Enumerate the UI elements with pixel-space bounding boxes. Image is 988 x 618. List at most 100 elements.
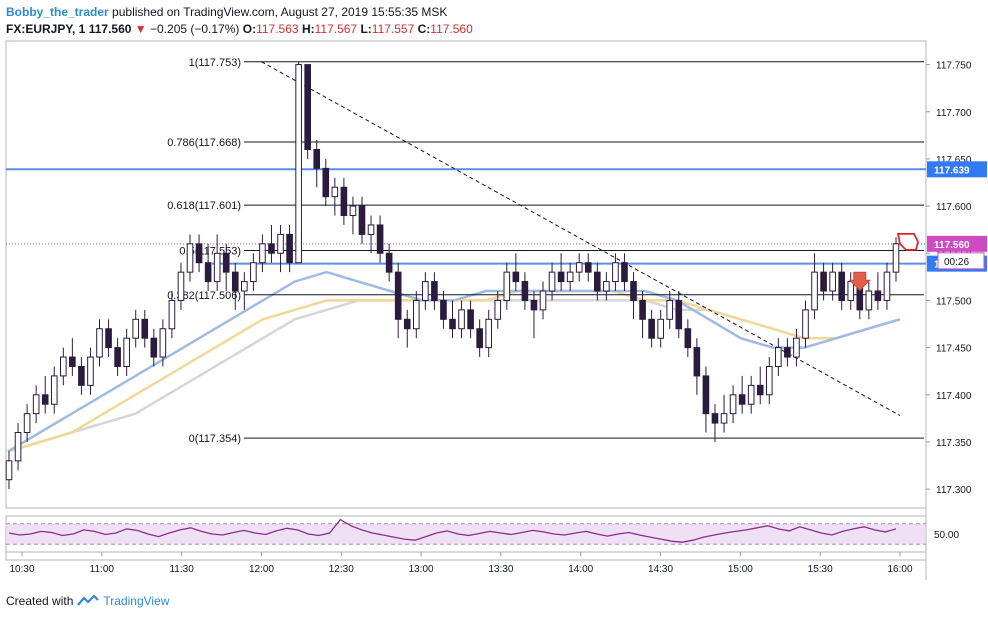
- candle-down-body: [304, 64, 311, 150]
- x-tick-label: 11:30: [169, 564, 194, 575]
- candle-up-body: [422, 281, 429, 301]
- fib-level-label: 0(117.354): [189, 433, 241, 445]
- candle-up-body: [458, 309, 465, 330]
- x-tick-label: 16:00: [887, 564, 912, 575]
- candle-down-body: [286, 233, 293, 264]
- candle-down-body: [512, 271, 520, 283]
- tradingview-logo-icon: [77, 595, 100, 606]
- candle-up-body: [250, 262, 257, 283]
- y-tick-label: 117.500: [936, 296, 972, 307]
- candle-up-body: [775, 347, 782, 367]
- footer: Created with TradingView: [6, 594, 169, 608]
- candle-down-body: [467, 309, 474, 330]
- candle-down-body: [358, 205, 366, 235]
- candle-down-body: [639, 299, 646, 320]
- candle-up-body: [720, 413, 728, 424]
- candle-down-body: [69, 356, 76, 367]
- candle-down-body: [431, 281, 438, 301]
- candle: [304, 64, 311, 159]
- candle-up-body: [494, 299, 502, 320]
- candle-up-body: [765, 365, 773, 396]
- candle-down-body: [394, 271, 402, 320]
- candle-down-body: [78, 365, 85, 386]
- candle-up-body: [412, 299, 420, 330]
- candle-up-body: [892, 243, 900, 273]
- candle-up-body: [485, 318, 493, 349]
- candle-down-body: [738, 394, 746, 405]
- candle-up-body: [132, 318, 140, 339]
- time-axis-pane: [5, 551, 927, 561]
- candle-down-body: [684, 328, 692, 349]
- candle-up-body: [503, 271, 511, 301]
- rsi-band: [7, 523, 925, 545]
- candle-up-body: [259, 243, 266, 264]
- candle-down-body: [584, 262, 592, 273]
- candle-down-body: [403, 318, 411, 330]
- candle-up-body: [349, 205, 357, 217]
- candle-up-body: [277, 233, 284, 254]
- candle-down-body: [476, 328, 483, 349]
- candle-down-body: [313, 148, 321, 169]
- price-chart[interactable]: 117.300 117.350 117.400 117.450 117.500 117.5…: [0, 0, 988, 618]
- candle-up-body: [548, 271, 556, 292]
- candle-up-body: [168, 299, 176, 330]
- y-tick-label: 117.350: [936, 438, 972, 449]
- candle-down-body: [874, 290, 882, 301]
- candle-down-body: [711, 413, 719, 424]
- candle-up-body: [666, 299, 674, 320]
- candle-down-body: [268, 243, 275, 254]
- candle-up-body: [186, 243, 194, 273]
- countdown-label: 00:26: [944, 257, 969, 268]
- candle-down-body: [440, 299, 447, 320]
- candle-up-body: [865, 290, 873, 311]
- candle-down-body: [195, 243, 203, 264]
- fib-level-label: 1(117.753): [189, 57, 241, 69]
- y-tick-label: 117.600: [936, 202, 972, 213]
- candle-down-body: [449, 318, 456, 330]
- fib-level-label: 0.786(117.668): [167, 137, 241, 149]
- candle-up-body: [566, 271, 574, 283]
- candle-up-body: [802, 309, 809, 339]
- x-tick-label: 12:00: [249, 564, 274, 575]
- candle-up-body: [87, 356, 94, 386]
- candle-down-body: [675, 299, 683, 330]
- candle-up-body: [657, 318, 664, 339]
- candle-up-body: [612, 262, 619, 283]
- tradingview-brand[interactable]: TradingView: [103, 594, 169, 608]
- candle-down-body: [385, 252, 393, 273]
- created-with-text: Created with: [6, 594, 74, 608]
- candle-up-body: [811, 271, 818, 311]
- candle-up-body: [50, 375, 58, 405]
- fib-level-label: 0.618(117.601): [167, 200, 241, 212]
- candle-up-body: [793, 337, 800, 358]
- candle-up-body: [123, 337, 130, 367]
- candle-down-body: [630, 281, 637, 301]
- candle-up-body: [729, 394, 737, 415]
- x-tick-label: 15:00: [728, 564, 753, 575]
- candle-up-body: [295, 64, 302, 264]
- x-tick-label: 12:30: [329, 564, 354, 575]
- candle-down-body: [222, 252, 230, 273]
- candle-down-body: [621, 262, 628, 283]
- candle-up-body: [883, 271, 891, 301]
- candle-down-body: [340, 186, 348, 217]
- candle-down-body: [105, 328, 112, 349]
- candle-down-body: [648, 318, 655, 339]
- y-tick-label: 117.450: [936, 344, 972, 355]
- x-tick-label: 14:30: [648, 564, 673, 575]
- y-tick-label: 117.750: [936, 61, 972, 72]
- candle-up-body: [603, 281, 610, 292]
- candle-down-body: [784, 347, 791, 358]
- candle-down-body: [150, 337, 158, 358]
- candle-down-body: [820, 271, 827, 292]
- candle: [295, 61, 302, 264]
- candle-up-body: [159, 328, 167, 358]
- last-price-label: 117.560: [934, 240, 970, 251]
- candle-down-body: [521, 281, 529, 301]
- candle-up-body: [829, 271, 836, 292]
- candle-up-body: [32, 394, 40, 415]
- candle-up-body: [14, 432, 22, 462]
- y-tick-label: 117.400: [936, 391, 972, 402]
- x-tick-label: 13:00: [409, 564, 434, 575]
- candle-down-body: [530, 299, 538, 311]
